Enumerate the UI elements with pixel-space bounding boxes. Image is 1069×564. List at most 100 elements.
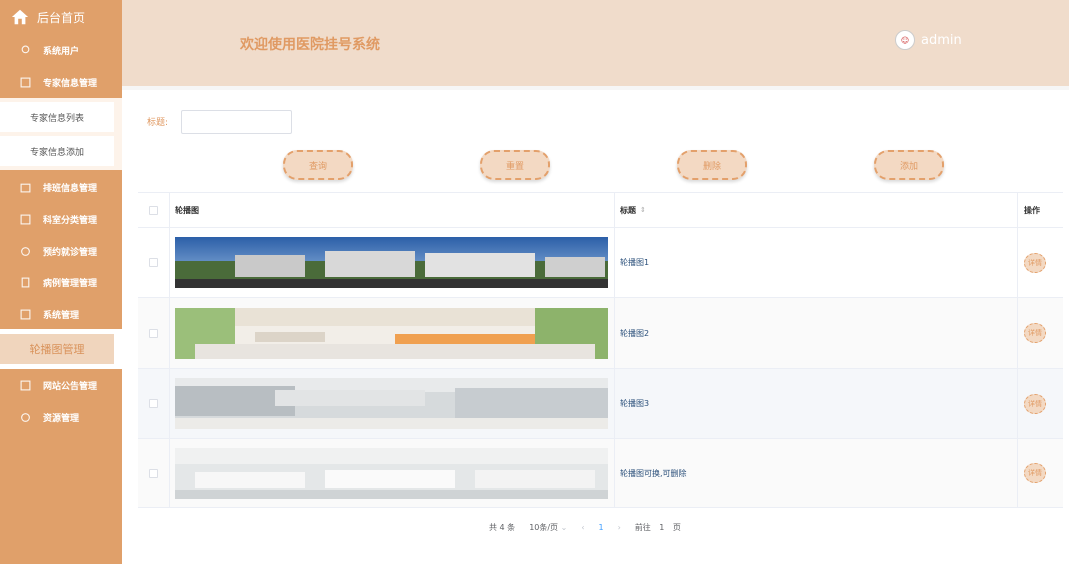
sidebar-item-label: 病例管理管理 — [43, 278, 98, 289]
sidebar-item-resource[interactable]: 资源管理 — [0, 402, 122, 432]
search-label: 标题: — [147, 118, 169, 128]
row-select[interactable] — [138, 298, 170, 368]
header-image-label: 轮播图 — [175, 205, 199, 215]
sidebar-item-appointment[interactable]: 预约就诊管理 — [0, 236, 122, 266]
pager-current-page[interactable]: 1 — [599, 523, 604, 532]
sidebar-item-label: 系统管理 — [43, 310, 80, 321]
sidebar-item-system[interactable]: 系统管理 — [0, 299, 122, 329]
row-title-cell: 轮播图可换,可删除 — [615, 439, 1018, 507]
header-op-label: 操作 — [1024, 205, 1040, 215]
detail-button[interactable]: 详情 — [1024, 252, 1046, 273]
table-row: 轮播图3 详情 — [138, 368, 1063, 438]
row-title-cell: 轮播图1 — [615, 228, 1018, 297]
department-icon — [20, 214, 31, 224]
expert-icon — [20, 77, 31, 87]
detail-button[interactable]: 详情 — [1024, 323, 1046, 343]
header-divider — [122, 86, 1069, 90]
row-op-cell: 详情 — [1018, 298, 1063, 368]
resource-icon — [21, 412, 30, 422]
carousel-image — [175, 307, 608, 359]
row-title: 轮播图可换,可删除 — [620, 468, 687, 478]
page-title: 欢迎使用医院挂号系统 — [240, 37, 380, 53]
pager-goto-label: 前往 — [634, 522, 651, 532]
sidebar-item-notice[interactable]: 网站公告管理 — [0, 370, 122, 400]
carousel-image — [175, 237, 608, 288]
table-row: 轮播图1 详情 — [138, 227, 1063, 297]
pager-size-select[interactable]: 10条/页 ⌄ — [529, 522, 567, 533]
appointment-icon — [21, 246, 30, 256]
checkbox[interactable] — [149, 399, 158, 408]
sidebar-item-carousel[interactable]: 轮播图管理 — [0, 334, 114, 364]
row-title-cell: 轮播图2 — [615, 298, 1018, 368]
pagination: 共 4 条 10条/页 ⌄ ‹ 1 › 前往 1 页 — [489, 520, 681, 534]
pager-goto-input[interactable]: 1 — [651, 523, 673, 532]
row-title: 轮播图2 — [620, 328, 650, 338]
user-name: admin — [921, 32, 962, 48]
checkbox[interactable] — [149, 205, 158, 215]
row-image-cell — [170, 439, 615, 507]
delete-button[interactable]: 删除 — [677, 150, 747, 180]
user-menu[interactable]: ☺ admin — [895, 30, 962, 50]
header-op: 操作 — [1018, 193, 1063, 227]
sidebar-item-schedule[interactable]: 排班信息管理 — [0, 172, 122, 202]
avatar: ☺ — [895, 30, 915, 50]
sidebar: 后台首页 系统用户 专家信息管理 专家信息列表 专家信息添加 排班信息管理 科室… — [0, 0, 122, 564]
table-header: 轮播图 标题 ⇕ 操作 — [138, 192, 1063, 227]
checkbox[interactable] — [149, 328, 158, 338]
row-select[interactable] — [138, 228, 170, 297]
user-icon — [21, 45, 30, 53]
detail-button[interactable]: 详情 — [1024, 463, 1046, 483]
sidebar-home[interactable]: 后台首页 — [0, 0, 122, 34]
header-title-label: 标题 — [620, 205, 636, 215]
header-title[interactable]: 标题 ⇕ — [615, 193, 1018, 227]
sidebar-item-label: 资源管理 — [43, 413, 80, 424]
case-icon — [21, 277, 30, 287]
row-title: 轮播图3 — [620, 399, 650, 408]
row-image-cell — [170, 228, 615, 297]
detail-button[interactable]: 详情 — [1024, 393, 1046, 414]
system-icon — [20, 309, 31, 319]
data-table: 轮播图 标题 ⇕ 操作 轮播图1 详情 轮播图2 详情 轮播图3 详情 轮播图可… — [138, 192, 1063, 508]
row-image-cell — [170, 298, 615, 368]
checkbox[interactable] — [149, 258, 158, 267]
pager-size-label: 10条/页 — [529, 522, 559, 532]
sidebar-sub-expert-list[interactable]: 专家信息列表 — [0, 102, 114, 132]
search-input[interactable] — [181, 110, 292, 134]
carousel-image — [175, 378, 608, 429]
add-button[interactable]: 添加 — [874, 150, 944, 180]
sidebar-item-label: 专家信息管理 — [43, 78, 98, 89]
notice-icon — [20, 380, 31, 390]
sidebar-home-label: 后台首页 — [37, 10, 86, 25]
schedule-icon — [20, 183, 31, 192]
sidebar-item-department[interactable]: 科室分类管理 — [0, 204, 122, 234]
checkbox[interactable] — [149, 468, 158, 478]
sidebar-item-label: 科室分类管理 — [43, 215, 98, 226]
row-select[interactable] — [138, 369, 170, 438]
query-button[interactable]: 查询 — [283, 150, 353, 180]
home-icon — [11, 9, 29, 25]
sidebar-item-label: 系统用户 — [43, 46, 80, 57]
row-op-cell: 详情 — [1018, 439, 1063, 507]
sidebar-item-users[interactable]: 系统用户 — [0, 35, 122, 65]
prev-page-icon[interactable]: ‹ — [581, 523, 584, 532]
sort-icon[interactable]: ⇕ — [640, 206, 646, 214]
pager-total: 共 4 条 — [489, 522, 516, 532]
row-op-cell: 详情 — [1018, 369, 1063, 438]
sidebar-item-experts[interactable]: 专家信息管理 — [0, 67, 122, 97]
pager-page-unit: 页 — [672, 522, 681, 532]
row-title: 轮播图1 — [620, 258, 650, 267]
header-select-all[interactable] — [138, 193, 170, 227]
row-select[interactable] — [138, 439, 170, 507]
carousel-image — [175, 447, 608, 499]
header: 欢迎使用医院挂号系统 ☺ admin — [122, 0, 1069, 86]
sidebar-item-label: 排班信息管理 — [43, 183, 98, 194]
row-op-cell: 详情 — [1018, 228, 1063, 297]
table-row: 轮播图可换,可删除 详情 — [138, 438, 1063, 508]
table-row: 轮播图2 详情 — [138, 297, 1063, 368]
reset-button[interactable]: 重置 — [480, 150, 550, 180]
sidebar-sub-expert-add[interactable]: 专家信息添加 — [0, 136, 114, 166]
sidebar-item-label: 网站公告管理 — [43, 381, 98, 392]
sidebar-item-case[interactable]: 病例管理管理 — [0, 267, 122, 297]
header-image: 轮播图 — [170, 193, 615, 227]
next-page-icon[interactable]: › — [618, 523, 621, 532]
